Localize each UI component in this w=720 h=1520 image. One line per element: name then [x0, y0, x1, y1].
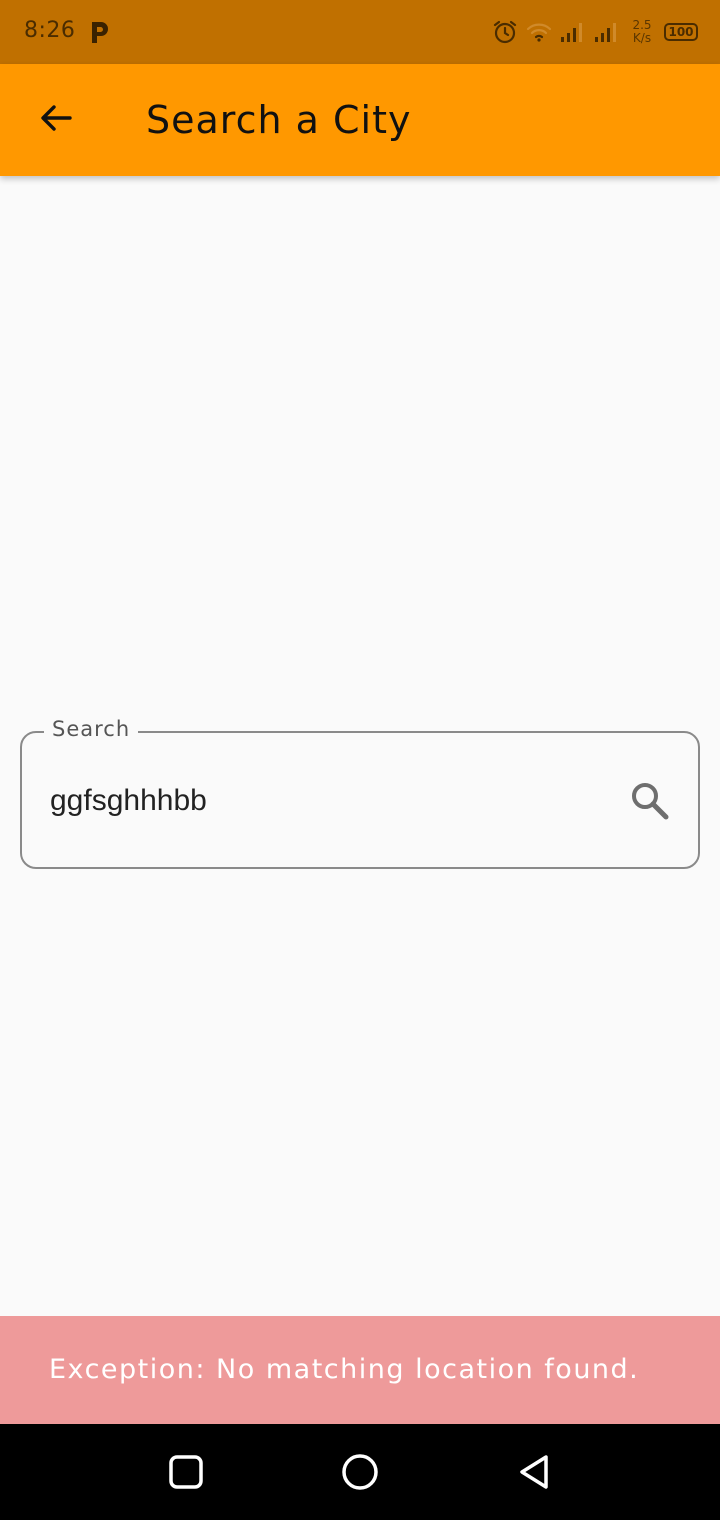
screen: 8:26 2.5 K/s 100 Search a City Search gg…	[0, 0, 720, 1520]
net-speed-value: 2.5	[632, 18, 652, 32]
snackbar-message: Exception: No matching location found.	[49, 1354, 640, 1385]
recents-square-icon[interactable]	[162, 1448, 210, 1496]
error-snackbar: Exception: No matching location found.	[0, 1316, 720, 1424]
signal-icon-2	[594, 21, 620, 43]
search-field[interactable]: Search	[20, 717, 700, 869]
page-title: Search a City	[146, 98, 412, 142]
status-bar: 8:26 2.5 K/s 100	[0, 0, 720, 64]
back-button[interactable]	[28, 92, 84, 148]
battery-level: 100	[668, 25, 694, 39]
wifi-icon	[526, 21, 552, 43]
app-bar: Search a City	[0, 64, 720, 176]
net-speed: 2.5 K/s	[628, 19, 656, 45]
net-speed-unit: K/s	[632, 31, 652, 45]
home-circle-icon[interactable]	[336, 1448, 384, 1496]
search-icon[interactable]	[628, 779, 672, 823]
search-label: Search	[44, 717, 139, 741]
status-icons: 2.5 K/s 100	[492, 16, 698, 48]
battery-icon: 100	[664, 23, 698, 41]
back-triangle-icon[interactable]	[510, 1448, 558, 1496]
parking-app-icon	[88, 18, 112, 46]
arrow-back-icon[interactable]	[38, 100, 74, 140]
signal-icon-1	[560, 21, 586, 43]
search-input[interactable]	[50, 773, 610, 829]
status-time: 8:26	[24, 18, 76, 43]
alarm-icon	[492, 19, 518, 45]
system-nav-bar	[0, 1424, 720, 1520]
